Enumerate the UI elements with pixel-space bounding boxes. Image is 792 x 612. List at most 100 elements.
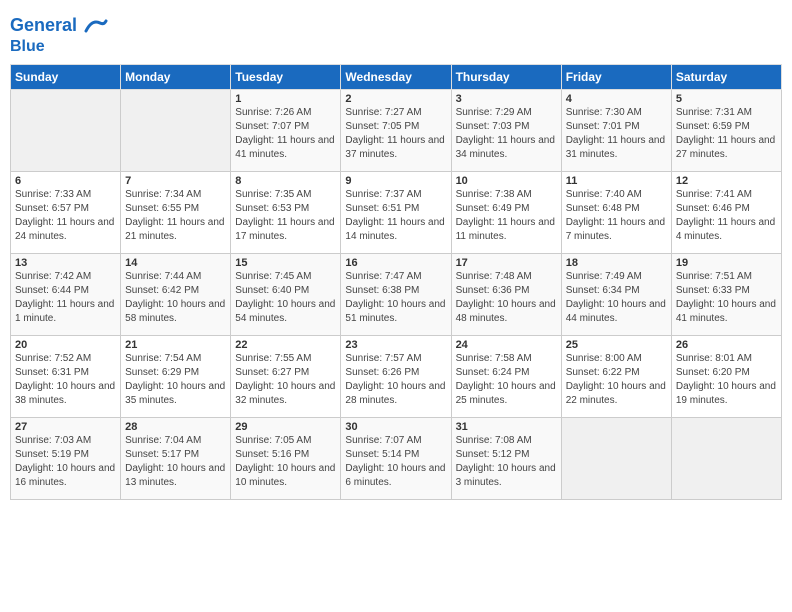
calendar-week-row: 1Sunrise: 7:26 AM Sunset: 7:07 PM Daylig… (11, 89, 782, 171)
calendar-day-cell: 3Sunrise: 7:29 AM Sunset: 7:03 PM Daylig… (451, 89, 561, 171)
calendar-day-cell: 20Sunrise: 7:52 AM Sunset: 6:31 PM Dayli… (11, 335, 121, 417)
calendar-day-cell (121, 89, 231, 171)
calendar-day-cell: 30Sunrise: 7:07 AM Sunset: 5:14 PM Dayli… (341, 417, 451, 499)
calendar-day-cell: 6Sunrise: 7:33 AM Sunset: 6:57 PM Daylig… (11, 171, 121, 253)
calendar-body: 1Sunrise: 7:26 AM Sunset: 7:07 PM Daylig… (11, 89, 782, 499)
day-number: 30 (345, 421, 446, 433)
calendar-day-cell: 7Sunrise: 7:34 AM Sunset: 6:55 PM Daylig… (121, 171, 231, 253)
weekday-header-cell: Monday (121, 64, 231, 89)
day-info: Sunrise: 7:05 AM Sunset: 5:16 PM Dayligh… (235, 434, 336, 490)
day-info: Sunrise: 7:03 AM Sunset: 5:19 PM Dayligh… (15, 434, 116, 490)
calendar-day-cell: 23Sunrise: 7:57 AM Sunset: 6:26 PM Dayli… (341, 335, 451, 417)
day-info: Sunrise: 7:30 AM Sunset: 7:01 PM Dayligh… (566, 106, 667, 162)
calendar-table: SundayMondayTuesdayWednesdayThursdayFrid… (10, 64, 782, 500)
day-number: 26 (676, 339, 777, 351)
day-info: Sunrise: 7:54 AM Sunset: 6:29 PM Dayligh… (125, 352, 226, 408)
calendar-day-cell: 14Sunrise: 7:44 AM Sunset: 6:42 PM Dayli… (121, 253, 231, 335)
calendar-day-cell: 11Sunrise: 7:40 AM Sunset: 6:48 PM Dayli… (561, 171, 671, 253)
day-number: 9 (345, 175, 446, 187)
calendar-day-cell: 29Sunrise: 7:05 AM Sunset: 5:16 PM Dayli… (231, 417, 341, 499)
day-info: Sunrise: 7:37 AM Sunset: 6:51 PM Dayligh… (345, 188, 446, 244)
calendar-day-cell: 15Sunrise: 7:45 AM Sunset: 6:40 PM Dayli… (231, 253, 341, 335)
calendar-day-cell: 22Sunrise: 7:55 AM Sunset: 6:27 PM Dayli… (231, 335, 341, 417)
day-info: Sunrise: 7:29 AM Sunset: 7:03 PM Dayligh… (456, 106, 557, 162)
day-number: 28 (125, 421, 226, 433)
weekday-header-cell: Wednesday (341, 64, 451, 89)
day-number: 25 (566, 339, 667, 351)
calendar-day-cell: 4Sunrise: 7:30 AM Sunset: 7:01 PM Daylig… (561, 89, 671, 171)
weekday-header-cell: Thursday (451, 64, 561, 89)
calendar-day-cell: 19Sunrise: 7:51 AM Sunset: 6:33 PM Dayli… (671, 253, 781, 335)
day-number: 24 (456, 339, 557, 351)
day-number: 3 (456, 93, 557, 105)
day-info: Sunrise: 7:58 AM Sunset: 6:24 PM Dayligh… (456, 352, 557, 408)
day-number: 4 (566, 93, 667, 105)
calendar-day-cell: 16Sunrise: 7:47 AM Sunset: 6:38 PM Dayli… (341, 253, 451, 335)
day-number: 27 (15, 421, 116, 433)
day-info: Sunrise: 7:49 AM Sunset: 6:34 PM Dayligh… (566, 270, 667, 326)
day-number: 11 (566, 175, 667, 187)
weekday-header-cell: Tuesday (231, 64, 341, 89)
calendar-day-cell: 12Sunrise: 7:41 AM Sunset: 6:46 PM Dayli… (671, 171, 781, 253)
day-number: 10 (456, 175, 557, 187)
calendar-day-cell (671, 417, 781, 499)
weekday-header-cell: Sunday (11, 64, 121, 89)
logo: General Blue (10, 14, 108, 56)
logo-text: General (10, 14, 108, 38)
calendar-day-cell: 2Sunrise: 7:27 AM Sunset: 7:05 PM Daylig… (341, 89, 451, 171)
day-info: Sunrise: 8:01 AM Sunset: 6:20 PM Dayligh… (676, 352, 777, 408)
day-info: Sunrise: 7:04 AM Sunset: 5:17 PM Dayligh… (125, 434, 226, 490)
day-info: Sunrise: 7:26 AM Sunset: 7:07 PM Dayligh… (235, 106, 336, 162)
day-info: Sunrise: 7:41 AM Sunset: 6:46 PM Dayligh… (676, 188, 777, 244)
day-number: 16 (345, 257, 446, 269)
day-info: Sunrise: 7:52 AM Sunset: 6:31 PM Dayligh… (15, 352, 116, 408)
day-info: Sunrise: 7:45 AM Sunset: 6:40 PM Dayligh… (235, 270, 336, 326)
day-info: Sunrise: 8:00 AM Sunset: 6:22 PM Dayligh… (566, 352, 667, 408)
calendar-day-cell: 25Sunrise: 8:00 AM Sunset: 6:22 PM Dayli… (561, 335, 671, 417)
day-info: Sunrise: 7:34 AM Sunset: 6:55 PM Dayligh… (125, 188, 226, 244)
calendar-day-cell (11, 89, 121, 171)
day-number: 5 (676, 93, 777, 105)
day-info: Sunrise: 7:48 AM Sunset: 6:36 PM Dayligh… (456, 270, 557, 326)
day-number: 29 (235, 421, 336, 433)
day-number: 7 (125, 175, 226, 187)
weekday-header-cell: Friday (561, 64, 671, 89)
day-info: Sunrise: 7:47 AM Sunset: 6:38 PM Dayligh… (345, 270, 446, 326)
day-number: 8 (235, 175, 336, 187)
calendar-day-cell: 1Sunrise: 7:26 AM Sunset: 7:07 PM Daylig… (231, 89, 341, 171)
calendar-day-cell: 5Sunrise: 7:31 AM Sunset: 6:59 PM Daylig… (671, 89, 781, 171)
day-number: 6 (15, 175, 116, 187)
calendar-day-cell: 28Sunrise: 7:04 AM Sunset: 5:17 PM Dayli… (121, 417, 231, 499)
calendar-day-cell (561, 417, 671, 499)
day-info: Sunrise: 7:35 AM Sunset: 6:53 PM Dayligh… (235, 188, 336, 244)
day-number: 1 (235, 93, 336, 105)
day-number: 15 (235, 257, 336, 269)
day-number: 23 (345, 339, 446, 351)
day-info: Sunrise: 7:42 AM Sunset: 6:44 PM Dayligh… (15, 270, 116, 326)
day-number: 22 (235, 339, 336, 351)
day-number: 14 (125, 257, 226, 269)
calendar-day-cell: 13Sunrise: 7:42 AM Sunset: 6:44 PM Dayli… (11, 253, 121, 335)
weekday-header-cell: Saturday (671, 64, 781, 89)
day-info: Sunrise: 7:08 AM Sunset: 5:12 PM Dayligh… (456, 434, 557, 490)
calendar-week-row: 27Sunrise: 7:03 AM Sunset: 5:19 PM Dayli… (11, 417, 782, 499)
day-info: Sunrise: 7:44 AM Sunset: 6:42 PM Dayligh… (125, 270, 226, 326)
day-info: Sunrise: 7:57 AM Sunset: 6:26 PM Dayligh… (345, 352, 446, 408)
day-number: 13 (15, 257, 116, 269)
calendar-day-cell: 24Sunrise: 7:58 AM Sunset: 6:24 PM Dayli… (451, 335, 561, 417)
calendar-day-cell: 8Sunrise: 7:35 AM Sunset: 6:53 PM Daylig… (231, 171, 341, 253)
calendar-day-cell: 10Sunrise: 7:38 AM Sunset: 6:49 PM Dayli… (451, 171, 561, 253)
day-info: Sunrise: 7:33 AM Sunset: 6:57 PM Dayligh… (15, 188, 116, 244)
page-header: General Blue (10, 10, 782, 56)
day-number: 21 (125, 339, 226, 351)
day-number: 20 (15, 339, 116, 351)
calendar-day-cell: 18Sunrise: 7:49 AM Sunset: 6:34 PM Dayli… (561, 253, 671, 335)
day-info: Sunrise: 7:07 AM Sunset: 5:14 PM Dayligh… (345, 434, 446, 490)
logo-blue: Blue (10, 38, 108, 56)
day-info: Sunrise: 7:55 AM Sunset: 6:27 PM Dayligh… (235, 352, 336, 408)
day-number: 19 (676, 257, 777, 269)
calendar-day-cell: 9Sunrise: 7:37 AM Sunset: 6:51 PM Daylig… (341, 171, 451, 253)
calendar-day-cell: 27Sunrise: 7:03 AM Sunset: 5:19 PM Dayli… (11, 417, 121, 499)
calendar-day-cell: 21Sunrise: 7:54 AM Sunset: 6:29 PM Dayli… (121, 335, 231, 417)
day-info: Sunrise: 7:40 AM Sunset: 6:48 PM Dayligh… (566, 188, 667, 244)
